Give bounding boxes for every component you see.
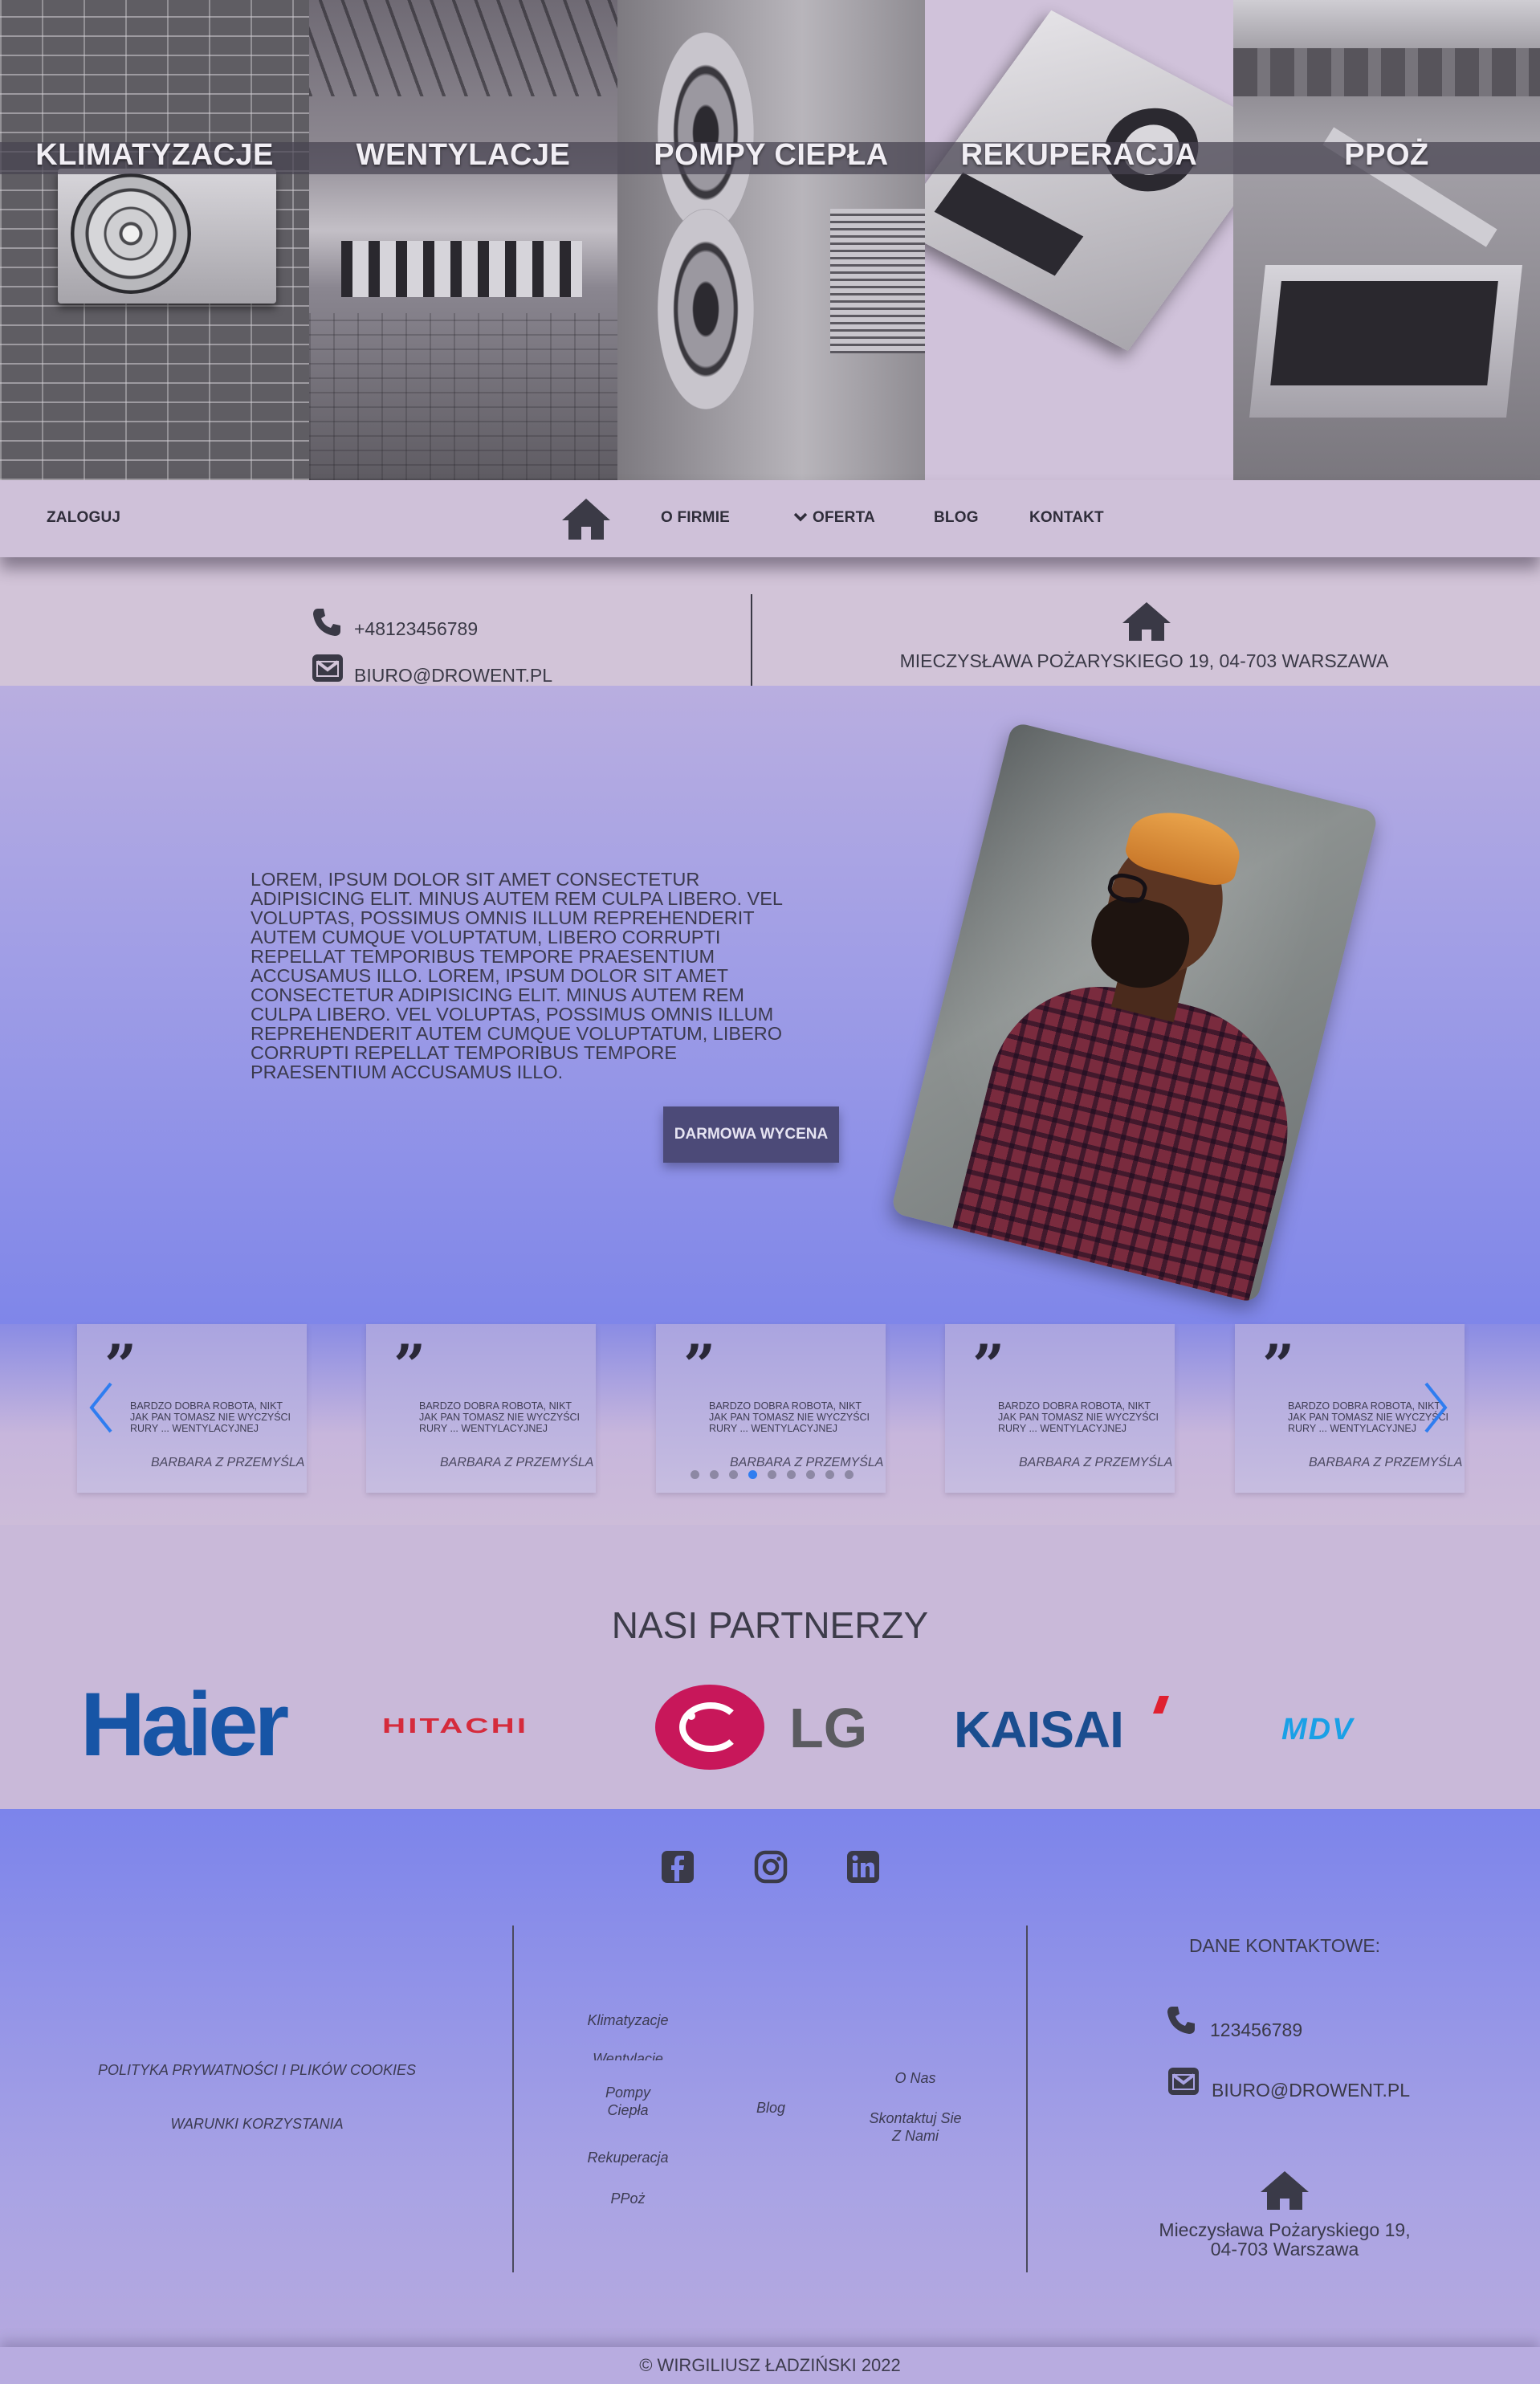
chevron-down-icon	[793, 511, 808, 524]
lg-logo-text: LG	[789, 1697, 868, 1759]
home-icon[interactable]	[560, 496, 613, 541]
address: MIECZYSŁAWA POŻARYSKIEGO 19, 04-703 WARS…	[899, 650, 1389, 671]
copyright: © WIRGILIUSZ ŁADZIŃSKI 2022	[0, 2347, 1540, 2384]
quote-icon: ”	[972, 1332, 1005, 1399]
free-quote-button[interactable]: DARMOWA WYCENA	[663, 1106, 839, 1163]
facebook-icon[interactable]	[660, 1849, 695, 1885]
tile-label: REKUPERACJA	[960, 138, 1198, 172]
carousel-dot[interactable]	[710, 1470, 719, 1479]
privacy-policy-link[interactable]: POLITYKA PRYWATNOŚCI I PLIKÓW COOKIES	[80, 2061, 434, 2079]
mdv-logo: MDV	[1281, 1713, 1355, 1746]
tile-ppoz[interactable]: PPOŻ	[1233, 0, 1540, 480]
haier-logo: Haier	[80, 1674, 289, 1775]
kaisai-logo: KAISAI	[954, 1701, 1124, 1758]
nav-o-firmie[interactable]: O FIRMIE	[661, 509, 730, 527]
quote-icon: ”	[683, 1332, 716, 1399]
linkedin-icon[interactable]	[845, 1849, 881, 1885]
footer-link-pompy-ciepla[interactable]: Pompy Ciepła	[588, 2084, 668, 2119]
footer-contact-title: DANE KONTAKTOWE:	[1188, 1935, 1381, 1956]
testimonial-author: BARBARA Z PRZEMYŚLA	[730, 1456, 884, 1469]
main-nav: ZALOGUJ O FIRMIE OFERTA BLOG KONTAKT	[0, 480, 1540, 557]
tile-rekuperacja[interactable]: REKUPERACJA	[925, 0, 1233, 480]
carousel-next-icon[interactable]	[1423, 1381, 1448, 1434]
about-text: LOREM, IPSUM DOLOR SIT AMET CONSECTETUR …	[251, 869, 783, 1082]
testimonial-author: BARBARA Z PRZEMYŚLA	[440, 1456, 594, 1469]
footer-link-blog[interactable]: Blog	[723, 2099, 819, 2117]
quote-icon: ”	[1262, 1332, 1295, 1399]
footer-link-rekuperacja[interactable]: Rekuperacja	[564, 2149, 692, 2166]
nav-blog[interactable]: BLOG	[934, 509, 979, 527]
home-icon	[1259, 2170, 1310, 2211]
footer-link-klimatyzacje[interactable]: Klimatyzacje	[564, 2011, 692, 2029]
partners-title: NASI PARTNERZY	[611, 1604, 929, 1646]
carousel-dot[interactable]	[768, 1470, 776, 1479]
email-address[interactable]: BIURO@DROWENT.PL	[354, 665, 552, 687]
nav-oferta[interactable]: OFERTA	[813, 509, 875, 527]
quote-icon: ”	[393, 1332, 426, 1399]
instagram-icon[interactable]	[753, 1849, 788, 1885]
phone-number[interactable]: +48123456789	[354, 618, 478, 640]
footer-phone[interactable]: 123456789	[1210, 2019, 1302, 2041]
carousel-dot[interactable]	[748, 1470, 757, 1479]
tile-label: POMPY CIEPŁA	[654, 138, 889, 172]
footer-email[interactable]: BIURO@DROWENT.PL	[1212, 2080, 1410, 2101]
hitachi-logo: HITACHI	[382, 1714, 529, 1738]
login-link[interactable]: ZALOGUJ	[47, 509, 120, 527]
footer-link-o-nas[interactable]: O Nas	[867, 2069, 964, 2087]
carousel-dot[interactable]	[845, 1470, 854, 1479]
envelope-icon	[312, 654, 344, 683]
testimonial-text: BARDZO DOBRA ROBOTA, NIKT JAK PAN TOMASZ…	[130, 1400, 291, 1434]
footer-link-ppoz[interactable]: PPoż	[564, 2190, 692, 2207]
testimonial-author: BARBARA Z PRZEMYŚLA	[1019, 1456, 1173, 1469]
lg-logo-mark	[655, 1685, 764, 1770]
carousel-dot[interactable]	[691, 1470, 699, 1479]
carousel-dot[interactable]	[825, 1470, 834, 1479]
footer-divider	[1026, 1926, 1028, 2272]
carousel-prev-icon[interactable]	[88, 1381, 114, 1434]
testimonial-text: BARDZO DOBRA ROBOTA, NIKT JAK PAN TOMASZ…	[709, 1400, 870, 1434]
recuperator-image	[925, 10, 1233, 352]
testimonial-card: ” BARDZO DOBRA ROBOTA, NIKT JAK PAN TOMA…	[656, 1324, 886, 1493]
phone-icon	[1166, 2005, 1196, 2036]
footer-address: Mieczysława Pożaryskiego 19, 04-703 Wars…	[1159, 2219, 1411, 2260]
home-icon	[1121, 601, 1172, 642]
tile-label: WENTYLACJE	[356, 138, 571, 172]
tile-klimatyzacje[interactable]: KLIMATYZACJE	[0, 0, 309, 480]
testimonial-card: ” BARDZO DOBRA ROBOTA, NIKT JAK PAN TOMA…	[366, 1324, 596, 1493]
contact-strip: +48123456789 BIURO@DROWENT.PL MIECZYSŁAW…	[0, 557, 1540, 686]
testimonial-author: BARBARA Z PRZEMYŚLA	[1309, 1456, 1463, 1469]
testimonial-author: BARBARA Z PRZEMYŚLA	[151, 1456, 305, 1469]
testimonial-card: ” BARDZO DOBRA ROBOTA, NIKT JAK PAN TOMA…	[945, 1324, 1175, 1493]
terms-link[interactable]: WARUNKI KORZYSTANIA	[80, 2115, 434, 2133]
carousel-dot[interactable]	[729, 1470, 738, 1479]
divider	[751, 594, 752, 686]
footer-divider	[512, 1926, 514, 2272]
footer-link-wentylacje[interactable]: Wentylacje	[564, 2050, 692, 2060]
hero-category-tiles: KLIMATYZACJE WENTYLACJE POMPY CIEPŁA REK…	[0, 0, 1540, 480]
footer-link-contact-us[interactable]: Skontaktuj Sie Z Nami	[867, 2109, 964, 2145]
tile-pompy-ciepla[interactable]: POMPY CIEPŁA	[617, 0, 925, 480]
nav-kontakt[interactable]: KONTAKT	[1029, 509, 1104, 527]
tile-label: KLIMATYZACJE	[35, 138, 274, 172]
carousel-dot[interactable]	[806, 1470, 815, 1479]
tile-label: PPOŻ	[1344, 138, 1429, 172]
testimonial-text: BARDZO DOBRA ROBOTA, NIKT JAK PAN TOMASZ…	[419, 1400, 581, 1434]
testimonial-text: BARDZO DOBRA ROBOTA, NIKT JAK PAN TOMASZ…	[998, 1400, 1159, 1434]
ac-unit-image	[58, 169, 276, 304]
carousel-dot[interactable]	[787, 1470, 796, 1479]
phone-icon	[312, 607, 342, 638]
envelope-icon	[1167, 2067, 1200, 2096]
tile-wentylacje[interactable]: WENTYLACJE	[309, 0, 617, 480]
